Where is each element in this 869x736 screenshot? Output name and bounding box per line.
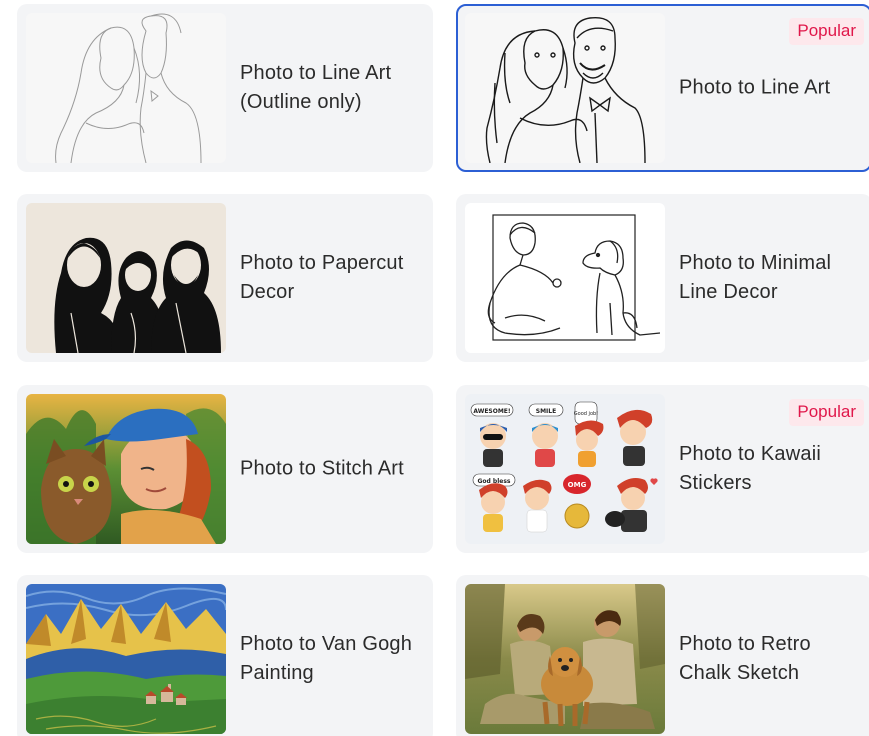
style-card-papercut-decor[interactable]: Photo to Papercut Decor <box>17 194 433 362</box>
card-title: Photo to Kawaii Stickers <box>679 443 821 494</box>
card-title: Photo to Line Art (Outline only) <box>240 62 392 113</box>
card-title: Photo to Papercut Decor <box>240 252 404 303</box>
thumbnail-papercut-decor <box>26 203 226 353</box>
style-card-line-art[interactable]: Photo to Line Art Popular <box>456 4 869 172</box>
thumbnail-stitch-art <box>26 394 226 544</box>
sticker-awesome: AWESOME! <box>473 408 510 415</box>
card-title: Photo to Line Art <box>679 76 831 99</box>
sticker-good-job: Good job! <box>574 411 598 417</box>
card-title: Photo to Minimal Line Decor <box>679 252 832 303</box>
popular-badge: Popular <box>789 399 864 426</box>
style-card-line-art-outline[interactable]: Photo to Line Art (Outline only) <box>17 4 433 172</box>
thumbnail-line-art-outline <box>26 13 226 163</box>
card-title: Photo to Van Gogh Painting <box>240 633 413 684</box>
thumbnail-minimal-line-decor <box>465 203 665 353</box>
style-card-stitch-art[interactable]: Photo to Stitch Art <box>17 385 433 553</box>
card-title: Photo to Stitch Art <box>240 457 404 480</box>
card-title: Photo to Retro Chalk Sketch <box>679 633 811 684</box>
sticker-omg: OMG <box>568 481 587 489</box>
thumbnail-van-gogh-painting <box>26 584 226 734</box>
thumbnail-retro-chalk-sketch <box>465 584 665 734</box>
popular-badge: Popular <box>789 18 864 45</box>
thumbnail-line-art <box>465 13 665 163</box>
style-grid: Photo to Line Art (Outline only) Photo t… <box>0 0 869 736</box>
style-card-retro-chalk-sketch[interactable]: Photo to Retro Chalk Sketch <box>456 575 869 736</box>
style-card-van-gogh-painting[interactable]: Photo to Van Gogh Painting <box>17 575 433 736</box>
sticker-smile: SMILE <box>536 408 556 415</box>
style-card-minimal-line-decor[interactable]: Photo to Minimal Line Decor <box>456 194 869 362</box>
style-card-kawaii-stickers[interactable]: AWESOME! SMILE Good job! God bless OMG P… <box>456 385 869 553</box>
thumbnail-kawaii-stickers: AWESOME! SMILE Good job! God bless OMG <box>465 394 665 544</box>
